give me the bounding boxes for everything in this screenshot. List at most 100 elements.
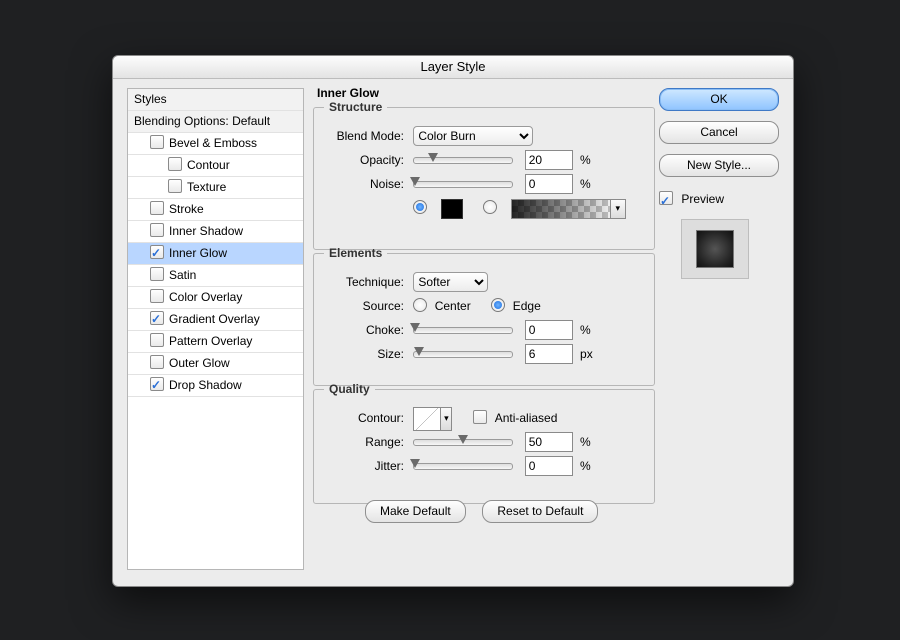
noise-label: Noise: <box>324 172 404 196</box>
range-input[interactable] <box>525 432 573 452</box>
style-row-gradient-overlay[interactable]: Gradient Overlay <box>128 309 303 331</box>
cancel-button[interactable]: Cancel <box>659 121 779 144</box>
source-edge-label: Edge <box>513 299 541 313</box>
style-row-label: Bevel & Emboss <box>169 136 257 150</box>
styles-header[interactable]: Styles <box>128 89 303 111</box>
contour-label: Contour: <box>324 406 404 430</box>
style-row-label: Pattern Overlay <box>169 334 252 348</box>
footer-buttons: Make Default Reset to Default <box>365 500 598 523</box>
opacity-label: Opacity: <box>324 148 404 172</box>
style-row-label: Satin <box>169 268 196 282</box>
size-unit: px <box>580 347 593 361</box>
quality-group: Quality Contour: ▾ Anti-aliased Range: %… <box>313 382 655 504</box>
style-checkbox[interactable] <box>150 135 164 149</box>
style-checkbox[interactable] <box>168 179 182 193</box>
jitter-input[interactable] <box>525 456 573 476</box>
size-slider[interactable] <box>413 351 513 358</box>
contour-picker[interactable] <box>413 407 441 431</box>
make-default-button[interactable]: Make Default <box>365 500 466 523</box>
source-center-label: Center <box>435 299 471 313</box>
style-checkbox[interactable] <box>150 311 164 325</box>
noise-slider[interactable] <box>413 181 513 188</box>
style-checkbox[interactable] <box>150 201 164 215</box>
style-row-outer-glow[interactable]: Outer Glow <box>128 353 303 375</box>
style-row-label: Stroke <box>169 202 204 216</box>
style-row-texture[interactable]: Texture <box>128 177 303 199</box>
glow-gradient-radio[interactable] <box>483 200 497 214</box>
style-row-color-overlay[interactable]: Color Overlay <box>128 287 303 309</box>
anti-aliased-checkbox[interactable] <box>473 410 487 424</box>
elements-group: Elements Technique: Softer Source: Cente… <box>313 246 655 386</box>
structure-legend: Structure <box>324 100 387 114</box>
source-center-radio[interactable] <box>413 298 427 312</box>
technique-select[interactable]: Softer <box>413 272 488 292</box>
choke-label: Choke: <box>324 318 404 342</box>
titlebar[interactable]: Layer Style <box>113 56 793 79</box>
range-label: Range: <box>324 430 404 454</box>
style-row-inner-shadow[interactable]: Inner Shadow <box>128 221 303 243</box>
style-checkbox[interactable] <box>150 223 164 237</box>
ok-button[interactable]: OK <box>659 88 779 111</box>
technique-label: Technique: <box>324 270 404 294</box>
preview-checkbox[interactable] <box>659 191 673 205</box>
style-row-pattern-overlay[interactable]: Pattern Overlay <box>128 331 303 353</box>
jitter-unit: % <box>580 459 591 473</box>
style-row-label: Texture <box>187 180 226 194</box>
anti-aliased-label: Anti-aliased <box>495 411 558 425</box>
size-input[interactable] <box>525 344 573 364</box>
style-row-label: Drop Shadow <box>169 378 242 392</box>
noise-unit: % <box>580 177 591 191</box>
blending-options-row[interactable]: Blending Options: Default <box>128 111 303 133</box>
range-slider[interactable] <box>413 439 513 446</box>
style-checkbox[interactable] <box>150 333 164 347</box>
style-checkbox[interactable] <box>168 157 182 171</box>
style-checkbox[interactable] <box>150 245 164 259</box>
source-label: Source: <box>324 294 404 318</box>
range-unit: % <box>580 435 591 449</box>
style-row-label: Color Overlay <box>169 290 242 304</box>
choke-unit: % <box>580 323 591 337</box>
new-style-button[interactable]: New Style... <box>659 154 779 177</box>
preview-swatch <box>696 230 734 268</box>
layer-style-dialog: Layer Style Styles Blending Options: Def… <box>112 55 794 587</box>
source-edge-radio[interactable] <box>491 298 505 312</box>
style-checkbox[interactable] <box>150 355 164 369</box>
style-row-drop-shadow[interactable]: Drop Shadow <box>128 375 303 397</box>
elements-legend: Elements <box>324 246 387 260</box>
preview-label: Preview <box>681 192 724 206</box>
dialog-body: Styles Blending Options: Default Bevel &… <box>113 78 793 586</box>
opacity-unit: % <box>580 153 591 167</box>
jitter-label: Jitter: <box>324 454 404 478</box>
choke-input[interactable] <box>525 320 573 340</box>
noise-input[interactable] <box>525 174 573 194</box>
contour-dropdown[interactable]: ▾ <box>441 407 452 431</box>
styles-list-panel: Styles Blending Options: Default Bevel &… <box>127 88 304 570</box>
dialog-buttons: OK Cancel New Style... Preview <box>659 88 779 279</box>
glow-color-swatch[interactable] <box>441 199 463 219</box>
opacity-slider[interactable] <box>413 157 513 164</box>
preview-thumbnail <box>681 219 749 279</box>
style-checkbox[interactable] <box>150 267 164 281</box>
quality-legend: Quality <box>324 382 375 396</box>
style-row-label: Inner Shadow <box>169 224 243 238</box>
style-checkbox[interactable] <box>150 289 164 303</box>
style-row-contour[interactable]: Contour <box>128 155 303 177</box>
glow-gradient-dropdown[interactable]: ▾ <box>611 199 626 219</box>
reset-default-button[interactable]: Reset to Default <box>482 500 598 523</box>
effect-settings: Inner Glow Structure Blend Mode: Color B… <box>313 86 643 570</box>
style-row-satin[interactable]: Satin <box>128 265 303 287</box>
effect-title: Inner Glow <box>317 86 379 100</box>
style-row-inner-glow[interactable]: Inner Glow <box>128 243 303 265</box>
style-checkbox[interactable] <box>150 377 164 391</box>
choke-slider[interactable] <box>413 327 513 334</box>
opacity-input[interactable] <box>525 150 573 170</box>
style-row-bevel-emboss[interactable]: Bevel & Emboss <box>128 133 303 155</box>
glow-gradient-swatch[interactable] <box>511 199 611 219</box>
size-label: Size: <box>324 342 404 366</box>
style-row-label: Inner Glow <box>169 246 227 260</box>
style-row-label: Gradient Overlay <box>169 312 260 326</box>
style-row-stroke[interactable]: Stroke <box>128 199 303 221</box>
blend-mode-select[interactable]: Color Burn <box>413 126 533 146</box>
jitter-slider[interactable] <box>413 463 513 470</box>
glow-solid-color-radio[interactable] <box>413 200 427 214</box>
